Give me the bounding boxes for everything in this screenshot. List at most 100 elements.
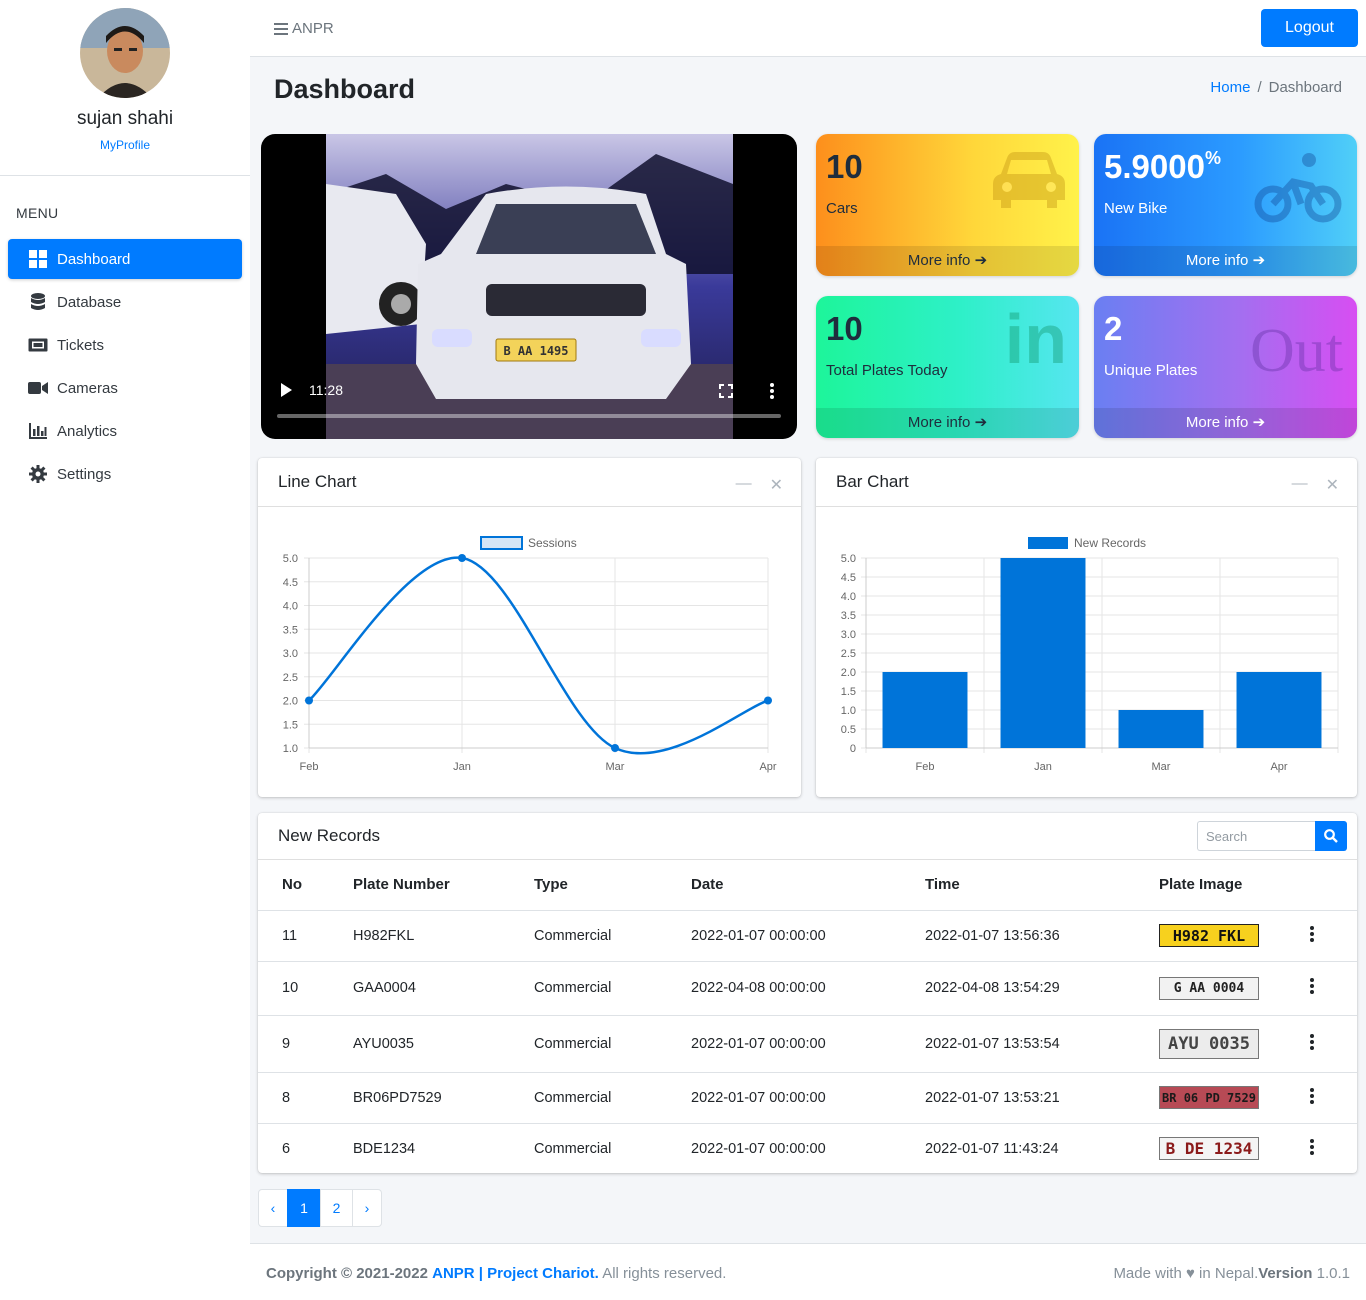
cars-count: 10 [826,148,863,185]
unique-plates-label: Unique Plates [1104,362,1198,379]
y-tick-label: 4.5 [283,577,298,589]
menu-title: MENU [16,205,59,221]
ticket-icon [28,335,48,355]
sidebar-item-database[interactable]: Database [8,282,242,322]
column-header-actions [1285,860,1357,911]
y-tick-label: 4.0 [841,591,856,603]
data-point [764,696,772,705]
line-chart-card: Line Chart — ✕ 5.0 4.5 4.0 3.5 3.0 2.5 2.0 1.5 1… [258,458,801,797]
bar-chart-card: Bar Chart — ✕ 5.0 4.5 4.0 3.5 3.0 2.5 2.0 1.5 1.… [816,458,1357,797]
camera-icon [28,378,48,398]
search-input[interactable] [1197,821,1315,851]
kebab-menu-icon[interactable] [1309,978,1315,994]
column-header: Time [901,860,1135,911]
y-tick-label: 5.0 [283,553,298,565]
database-icon [28,292,48,312]
play-icon[interactable] [279,382,293,398]
card-header: New Records [258,813,1357,860]
sidebar-item-analytics[interactable]: Analytics [8,411,242,451]
y-tick-label: 0.5 [841,724,856,736]
top-navbar: ANPR Logout [250,0,1366,57]
analytics-icon [28,421,48,441]
search-button[interactable] [1315,821,1347,851]
table-row: 8 BR06PD7529 Commercial 2022-01-07 00:00… [258,1072,1357,1124]
version-number: 1.0.1 [1316,1265,1350,1282]
pagination-next[interactable]: › [352,1189,382,1227]
sidebar-item-tickets[interactable]: Tickets [8,325,242,365]
video-frame: B AA 1495 [326,134,733,439]
logout-button[interactable]: Logout [1261,9,1358,47]
cell-no: 11 [258,910,329,962]
kebab-menu-icon[interactable] [1309,1138,1315,1155]
copyright-text: Copyright © 2021-2022 [266,1265,428,1282]
pagination-prev[interactable]: ‹ [258,1189,288,1227]
sidebar-item-label: Settings [57,465,112,483]
table-row: 11 H982FKL Commercial 2022-01-07 00:00:0… [258,910,1357,962]
video-time: 11:28 [309,382,343,398]
column-header: Plate Number [329,860,510,911]
more-options-icon[interactable] [769,383,775,399]
sidebar-item-label: Database [57,293,122,311]
minus-icon[interactable]: — [1292,475,1308,495]
kebab-menu-icon[interactable] [1309,1087,1315,1104]
unique-plates-more-info-link[interactable]: More info ➔ [1094,408,1357,438]
column-header: Plate Image [1135,860,1285,911]
bar-apr [1236,672,1322,748]
my-profile-link[interactable]: MyProfile [0,138,250,152]
avatar[interactable] [80,8,170,98]
footer-brand-link[interactable]: ANPR | Project Chariot. [432,1265,599,1282]
breadcrumb-home[interactable]: Home [1210,79,1250,96]
cell-time: 2022-01-07 13:53:21 [901,1072,1135,1124]
hamburger-icon [274,22,288,35]
cars-more-info-link[interactable]: More info ➔ [816,246,1079,276]
minus-icon[interactable]: — [736,475,752,495]
sidebar-item-label: Dashboard [57,250,131,268]
total-plates-more-info-link[interactable]: More info ➔ [816,408,1079,438]
pagination-page-1[interactable]: 1 [287,1189,321,1227]
cell-type: Commercial [534,1140,612,1157]
y-tick-label: 4.0 [283,601,298,613]
close-icon[interactable]: ✕ [1326,475,1339,495]
kebab-menu-icon[interactable] [1309,925,1315,942]
plate-image[interactable]: B DE 1234 [1159,1137,1259,1161]
cell-type: Commercial [510,1072,667,1124]
y-tick-label: 0 [850,743,856,755]
cell-time: 2022-01-07 13:53:54 [901,1015,1135,1073]
fullscreen-icon[interactable] [719,384,733,398]
more-info-label: More info [907,252,971,269]
y-tick-label: 1.5 [283,719,298,731]
plate-image[interactable]: BR 06 PD 7529 [1159,1086,1259,1109]
plate-image[interactable]: AYU 0035 [1159,1028,1259,1059]
cell-plate-image: BR 06 PD 7529 [1135,1072,1285,1124]
table-header-row: No Plate Number Type Date Time Plate Ima… [258,860,1357,911]
plate-image[interactable]: G AA 0004 [1159,976,1259,1000]
y-tick-label: 2.0 [841,667,856,679]
sidebar-item-settings[interactable]: Settings [8,454,242,494]
total-plates-count: 10 [826,310,863,347]
bike-more-info-link[interactable]: More info ➔ [1094,246,1357,276]
card-title: Line Chart [278,472,357,491]
footer: Copyright © 2021-2022 ANPR | Project Cha… [250,1243,1366,1300]
kebab-menu-icon[interactable] [1309,1033,1315,1050]
bar-feb [882,672,968,748]
dashboard-icon [28,249,48,269]
sidebar-item-cameras[interactable]: Cameras [8,368,242,408]
y-tick-label: 2.5 [841,648,856,660]
menu-toggle[interactable]: ANPR [274,20,334,37]
video-progress-bar[interactable] [277,414,781,418]
cell-date: 2022-01-07 00:00:00 [667,910,901,962]
x-tick-label: Feb [300,761,319,773]
video-player[interactable]: B AA 1495 11:28 [261,134,797,439]
column-header: No [258,860,329,911]
car-icon [993,152,1065,208]
plate-image[interactable]: H982 FKL [1159,924,1259,947]
arrow-circle-right-icon: ➔ [974,414,988,431]
x-tick-label: Apr [1270,761,1287,773]
cell-no: 8 [258,1072,329,1124]
sidebar-item-dashboard[interactable]: Dashboard [8,239,242,279]
close-icon[interactable]: ✕ [770,475,783,495]
cars-info-box: 10 Cars More info ➔ [816,134,1079,276]
x-tick-label: Mar [606,761,625,773]
pagination-page-2[interactable]: 2 [320,1189,353,1227]
footer-version: Made with ♥ in Nepal.Version 1.0.1 [1113,1265,1350,1282]
